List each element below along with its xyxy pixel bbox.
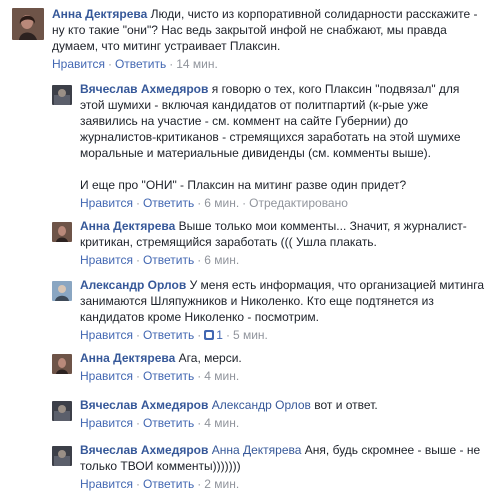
comment-actions: Нравится · Ответить · 2 мин. bbox=[80, 477, 240, 491]
like-button[interactable]: Нравится bbox=[80, 196, 133, 210]
comment-actions: Нравится · Ответить · 4 мин. bbox=[80, 369, 240, 383]
comment-timestamp[interactable]: 6 мин. bbox=[204, 196, 239, 210]
comment-timestamp[interactable]: 14 мин. bbox=[176, 57, 218, 71]
comment-timestamp[interactable]: 4 мин. bbox=[204, 369, 239, 383]
thumbs-up-icon bbox=[204, 330, 215, 340]
reply-button[interactable]: Ответить bbox=[143, 328, 194, 342]
avatar[interactable] bbox=[52, 85, 72, 105]
comment-actions: Нравится · Ответить · 14 мин. bbox=[52, 57, 218, 71]
reply-button[interactable]: Ответить bbox=[115, 57, 166, 71]
mention-link[interactable]: Анна Дектярева bbox=[212, 443, 302, 457]
comment-text: вот и ответ. bbox=[314, 398, 378, 412]
reply-button[interactable]: Ответить bbox=[143, 369, 194, 383]
like-button[interactable]: Нравится bbox=[80, 477, 133, 491]
comment-timestamp[interactable]: 4 мин. bbox=[204, 416, 239, 430]
comment-timestamp[interactable]: 2 мин. bbox=[204, 477, 239, 491]
comment-author[interactable]: Анна Дектярева bbox=[80, 219, 175, 233]
like-button[interactable]: Нравится bbox=[80, 328, 133, 342]
comment-timestamp[interactable]: 6 мин. bbox=[204, 253, 239, 267]
comment-author[interactable]: Вячеслав Ахмедяров bbox=[80, 82, 208, 96]
comment-actions: Нравится · Ответить · 6 мин. bbox=[80, 253, 240, 267]
like-button[interactable]: Нравится bbox=[52, 57, 105, 71]
comment-author[interactable]: Вячеслав Ахмедяров bbox=[80, 443, 208, 457]
comment-actions: Нравится · Ответить · 6 мин. · Отредактировано bbox=[80, 196, 348, 210]
like-button[interactable]: Нравится bbox=[80, 253, 133, 267]
comment-actions: Нравится · Ответить · 1 · 5 мин. bbox=[80, 328, 268, 342]
avatar[interactable] bbox=[52, 446, 72, 466]
comment-author[interactable]: Анна Дектярева bbox=[52, 7, 147, 21]
reply-button[interactable]: Ответить bbox=[143, 477, 194, 491]
reply-button[interactable]: Ответить bbox=[143, 196, 194, 210]
reply-button[interactable]: Ответить bbox=[143, 416, 194, 430]
like-button[interactable]: Нравится bbox=[80, 369, 133, 383]
mention-link[interactable]: Александр Орлов bbox=[212, 398, 311, 412]
like-button[interactable]: Нравится bbox=[80, 416, 133, 430]
comment-author[interactable]: Вячеслав Ахмедяров bbox=[80, 398, 208, 412]
comment-author[interactable]: Александр Орлов bbox=[80, 278, 186, 292]
avatar[interactable] bbox=[52, 222, 72, 242]
comment-text: Ага, мерси. bbox=[178, 351, 242, 365]
avatar[interactable] bbox=[12, 8, 44, 40]
comment-text-continued: И еще про "ОНИ" - Плаксин на митинг разв… bbox=[80, 178, 407, 192]
like-count[interactable]: 1 bbox=[204, 328, 223, 342]
avatar[interactable] bbox=[52, 281, 72, 301]
avatar[interactable] bbox=[52, 354, 72, 374]
edited-label[interactable]: Отредактировано bbox=[249, 196, 348, 210]
comment-actions: Нравится · Ответить · 4 мин. bbox=[80, 416, 240, 430]
comment-author[interactable]: Анна Дектярева bbox=[80, 351, 175, 365]
avatar[interactable] bbox=[52, 401, 72, 421]
reply-button[interactable]: Ответить bbox=[143, 253, 194, 267]
comment-timestamp[interactable]: 5 мин. bbox=[233, 328, 268, 342]
